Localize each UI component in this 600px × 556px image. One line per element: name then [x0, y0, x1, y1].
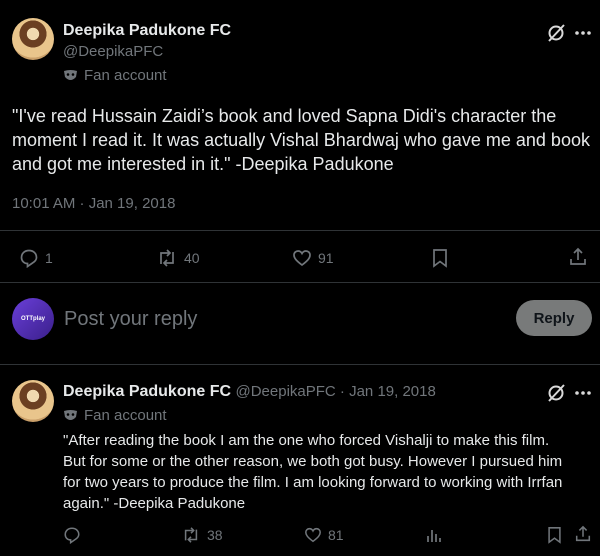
views-icon[interactable] — [425, 526, 443, 544]
heart-icon — [292, 248, 312, 268]
reply-text-line: "After reading the book I am the one who… — [63, 432, 550, 449]
share-icon[interactable] — [568, 247, 588, 267]
reply-input[interactable]: Post your reply — [64, 308, 197, 331]
like-count: 91 — [318, 250, 334, 266]
repost-icon — [181, 526, 201, 544]
more-icon[interactable] — [572, 382, 594, 404]
more-icon[interactable] — [572, 22, 594, 44]
tweet-text-line: "I've read Hussain Zaidi’s book and love… — [12, 106, 557, 126]
like-button[interactable]: 91 — [292, 248, 334, 268]
reply-text-line: for two years to produce the film. I am … — [63, 474, 563, 491]
author-handle[interactable]: @DeepikaPFC — [63, 43, 163, 60]
mask-icon — [63, 69, 78, 83]
reply-text-line: again." -Deepika Padukone — [63, 495, 246, 512]
reply-text: "After reading the book I am the one who… — [63, 430, 595, 514]
tweet-timestamp[interactable]: 10:01 AM · Jan 19, 2018 — [12, 195, 175, 212]
reply-reply-button[interactable] — [63, 526, 81, 544]
author-avatar[interactable] — [12, 18, 54, 60]
tweet-text-line: moment I read it. It was actually Vishal… — [12, 130, 590, 150]
badge-label: Fan account — [84, 407, 167, 424]
reply-icon — [19, 248, 39, 268]
reply-repost-button[interactable]: 38 — [181, 526, 223, 544]
bookmark-icon[interactable] — [545, 526, 563, 544]
divider — [0, 364, 600, 365]
reply-author-name[interactable]: Deepika Padukone FC — [63, 383, 231, 400]
divider — [0, 282, 600, 283]
reply-like-button[interactable]: 81 — [304, 526, 344, 544]
reply-header: Deepika Padukone FC @DeepikaPFC · Jan 19… — [63, 383, 436, 401]
composer-avatar-label: OTTplay — [20, 316, 45, 322]
reply-text-line: But for some or the other reason, we bot… — [63, 453, 563, 470]
repost-count: 40 — [184, 250, 200, 266]
grok-icon[interactable] — [545, 382, 567, 404]
tweet-text: "I've read Hussain Zaidi’s book and love… — [12, 104, 592, 176]
reply-repost-count: 38 — [207, 527, 223, 543]
bookmark-icon[interactable] — [430, 248, 450, 268]
author-name[interactable]: Deepika Padukone FC — [63, 22, 231, 40]
reply-like-count: 81 — [328, 527, 344, 543]
grok-icon[interactable] — [545, 22, 567, 44]
fan-account-badge: Fan account — [63, 407, 167, 424]
composer-avatar[interactable]: OTTplay — [12, 298, 54, 340]
badge-label: Fan account — [84, 67, 167, 84]
tweet-text-line: and got me interested in it." -Deepika P… — [12, 154, 394, 174]
reply-count: 1 — [45, 250, 53, 266]
reply-button[interactable]: 1 — [19, 248, 53, 268]
share-icon[interactable] — [574, 525, 592, 543]
repost-icon — [156, 248, 178, 268]
divider — [0, 230, 600, 231]
repost-button[interactable]: 40 — [156, 248, 200, 268]
reply-icon — [63, 526, 81, 544]
heart-icon — [304, 526, 322, 544]
fan-account-badge: Fan account — [63, 67, 167, 84]
mask-icon — [63, 409, 78, 423]
reply-meta[interactable]: @DeepikaPFC · Jan 19, 2018 — [236, 383, 436, 400]
reply-author-avatar[interactable] — [12, 380, 54, 422]
reply-submit-button[interactable]: Reply — [516, 300, 592, 336]
